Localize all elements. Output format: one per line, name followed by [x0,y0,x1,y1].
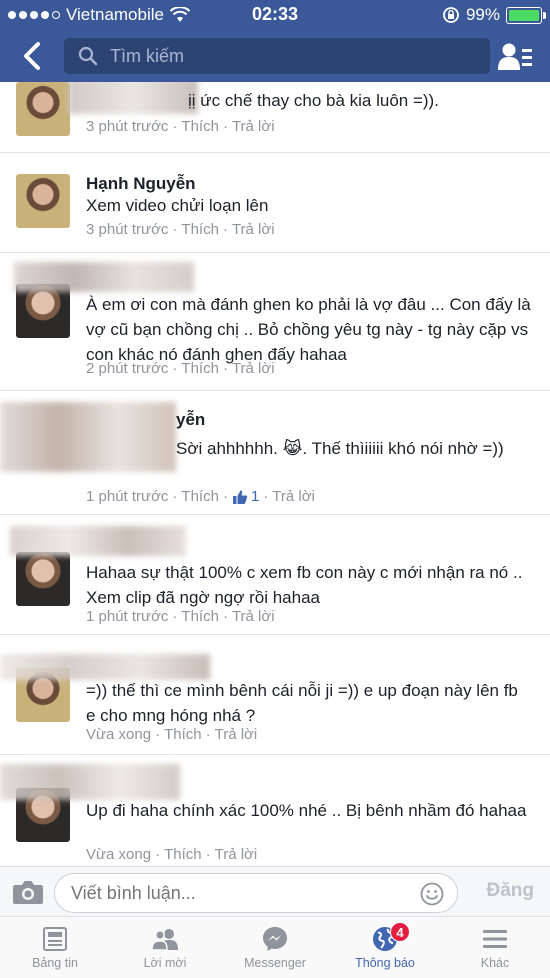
comment-meta: 3 phút trước · Thích · Trả lời [86,221,275,238]
comment-text: Up đi haha chính xác 100% nhé .. Bị bênh… [86,801,527,820]
back-arrow-icon[interactable] [18,40,50,72]
battery-icon [506,6,546,24]
status-bar: Vietnamobile 02:33 99% [0,0,550,30]
comment-text: ịị ức chế thay cho bà kia luôn =)). [188,91,439,110]
divider [0,152,550,153]
avatar[interactable] [16,284,70,338]
like-link[interactable]: Thích [181,221,219,238]
comment-meta: 1 phút trước · Thích · Trả lời [86,608,275,625]
thumbs-up-icon [232,490,248,504]
comment-time: Vừa xong [86,726,152,743]
menu-icon [483,930,507,948]
like-link[interactable]: Thích [181,360,219,377]
comments-feed[interactable]: ịị ức chế thay cho bà kia luôn =)). 3 ph… [0,82,550,866]
news-feed-icon [43,927,67,951]
like-count-badge[interactable]: 1 [232,488,259,505]
tab-friend-requests[interactable]: Lời mời [110,917,220,978]
like-link[interactable]: Thích [181,488,219,505]
like-link[interactable]: Thích [181,608,219,625]
comment-time: 1 phút trước [86,608,169,625]
blurred-name [0,764,180,800]
comment-meta: 3 phút trước · Thích · Trả lời [86,118,275,135]
tab-notifications[interactable]: 4 Thông báo [330,917,440,978]
divider [0,390,550,391]
like-link[interactable]: Thích [164,846,202,863]
search-bar[interactable]: Tìm kiếm [64,38,490,74]
like-link[interactable]: Thích [164,726,202,743]
divider [0,634,550,635]
comment-text: À em ơi con mà đánh ghen ko phải là vợ đ… [86,295,531,364]
comment-time: 3 phút trước [86,118,169,135]
blurred-name [14,262,194,292]
blurred-avatar [0,402,176,472]
tab-news-feed[interactable]: Bảng tin [0,917,110,978]
reply-link[interactable]: Trả lời [232,360,275,377]
tab-label: Lời mời [143,956,187,970]
tab-label: Thông báo [355,956,415,970]
reply-link[interactable]: Trả lời [232,608,275,625]
comment-meta: Vừa xong · Thích · Trả lời [86,846,258,863]
comment-time: Vừa xong [86,846,152,863]
blurred-name [0,654,210,680]
comment-text: Hahaa sự thật 100% c xem fb con này c mớ… [86,563,523,607]
rotation-lock-icon [443,7,459,23]
comment-time: 3 phút trước [86,221,169,238]
comment-composer: Đăng [0,866,550,916]
search-icon [78,46,98,66]
tab-messenger[interactable]: Messenger [220,917,330,978]
nav-bar: Tìm kiếm [0,30,550,82]
notification-badge: 4 [390,922,410,942]
reply-link[interactable]: Trả lời [232,118,275,135]
comment-text: Xem video chửi loạn lên [86,196,269,215]
reply-link[interactable]: Trả lời [215,846,258,863]
commenter-name[interactable]: Hạnh Nguyễn [86,174,196,194]
battery-percent: 99% [465,5,500,24]
commenter-name[interactable]: yễn [176,410,205,430]
blurred-name [68,82,198,114]
comment-meta: 2 phút trước · Thích · Trả lời [86,360,275,377]
friends-list-icon[interactable] [498,42,532,72]
blurred-name [10,526,186,556]
comment-meta: Vừa xong · Thích · Trả lời [86,726,258,743]
camera-icon[interactable] [12,878,44,906]
messenger-icon [263,927,287,951]
comment-meta: 1 phút trước · Thích · 1 · Trả lời [86,488,315,505]
like-count: 1 [250,488,260,505]
search-placeholder: Tìm kiếm [110,45,184,66]
avatar[interactable] [16,552,70,606]
battery-fill [509,9,539,21]
emoji-icon[interactable] [420,882,444,906]
friend-requests-icon [151,929,178,951]
reply-link[interactable]: Trả lời [215,726,258,743]
reply-link[interactable]: Trả lời [272,488,315,505]
avatar[interactable] [16,174,70,228]
tab-label: Khác [480,956,510,970]
reply-link[interactable]: Trả lời [232,221,275,238]
divider [0,514,550,515]
tab-label: Bảng tin [32,956,78,970]
divider [0,252,550,253]
tab-more[interactable]: Khác [440,917,550,978]
comment-text: =)) thế thì ce mình bênh cái nỗi ji =)) … [86,681,518,725]
tab-bar: Bảng tin Lời mời Messenger 4 Thông báo K… [0,916,550,978]
comment-time: 1 phút trước [86,488,169,505]
comment-text: Sời ahhhhhh. 😹. Thế thìiiiii khó nói nhờ… [176,439,504,458]
like-link[interactable]: Thích [181,118,219,135]
divider [0,754,550,755]
comment-input[interactable] [54,873,458,913]
avatar[interactable] [16,82,70,136]
comment-time: 2 phút trước [86,360,169,377]
status-right: 99% [442,5,546,25]
tab-label: Messenger [244,956,306,970]
post-button[interactable]: Đăng [487,880,535,902]
